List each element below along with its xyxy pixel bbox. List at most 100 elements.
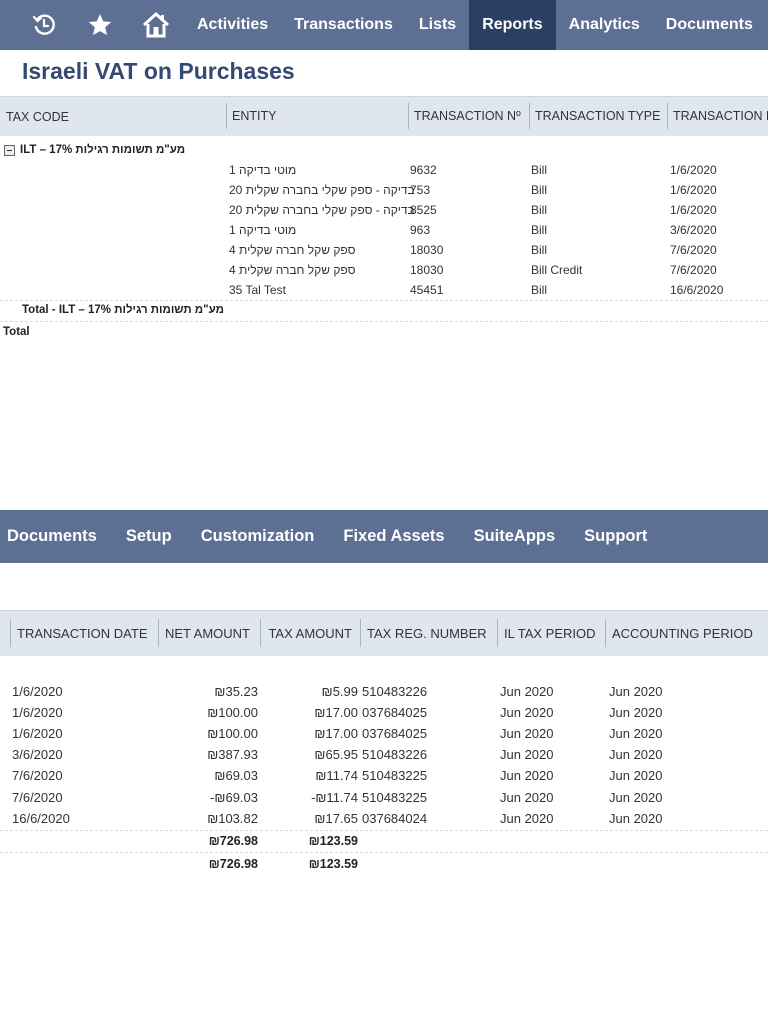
column-header-transaction-date[interactable]: TRANSACTION D <box>667 103 768 129</box>
il-tax-period-cell: Jun 2020 <box>500 747 554 762</box>
transaction-type-cell: Bill <box>531 183 548 197</box>
recent-records-icon[interactable] <box>16 0 72 50</box>
transaction-date-cell: 7/6/2020 <box>670 243 717 257</box>
page-title: Israeli VAT on Purchases <box>22 58 295 84</box>
column-header-transaction-number[interactable]: TRANSACTION Nº <box>408 103 528 129</box>
home-icon[interactable] <box>128 0 184 50</box>
tax-reg-number-cell: 510483226 <box>362 684 428 699</box>
accounting-period-cell: Jun 2020 <box>609 684 663 699</box>
il-tax-period-cell: Jun 2020 <box>500 768 554 783</box>
nav-customization[interactable]: Customization <box>186 527 329 546</box>
column-header-entity[interactable]: ENTITY <box>226 103 406 129</box>
column-header-il-tax-period[interactable]: IL TAX PERIOD <box>497 619 605 647</box>
row-divider <box>0 300 768 301</box>
accounting-period-cell: Jun 2020 <box>609 747 663 762</box>
table-row: 3/6/2020 ₪387.93 ₪65.95 510483226 Jun 20… <box>0 744 768 765</box>
collapse-minus-icon[interactable] <box>4 144 15 156</box>
tax-reg-number-cell: 037684024 <box>362 811 428 826</box>
tax-amount-cell: ₪5.99 <box>321 684 358 699</box>
report-table-header: TAX CODE ENTITY TRANSACTION Nº TRANSACTI… <box>0 96 768 136</box>
table-row: 1/6/2020 ₪100.00 ₪17.00 037684025 Jun 20… <box>0 702 768 723</box>
net-amount-cell: -₪69.03 <box>210 790 258 805</box>
favorites-star-icon[interactable] <box>72 0 128 50</box>
table-row: מוטי בדיקה 1 963 Bill 3/6/2020 <box>0 220 768 240</box>
tax-reg-number-cell: 037684025 <box>362 705 428 720</box>
entity-cell[interactable]: בדיקה - ספק שקלי בחברה שקלית 20 <box>229 203 415 217</box>
grand-total-net-amount: ₪726.98 <box>208 857 258 871</box>
table-row: בדיקה - ספק שקלי בחברה שקלית 20 753 Bill… <box>0 180 768 200</box>
transaction-date-cell: 1/6/2020 <box>12 705 63 720</box>
tax-code-group-label: ILT – 17% מע"מ תשומות רגילות <box>20 144 186 156</box>
transaction-type-cell: Bill <box>531 163 548 177</box>
transaction-date-cell: 1/6/2020 <box>670 183 717 197</box>
net-amount-cell: ₪100.00 <box>207 726 258 741</box>
transaction-number-cell[interactable]: 45451 <box>410 283 443 297</box>
accounting-period-cell: Jun 2020 <box>609 726 663 741</box>
transaction-type-cell: Bill Credit <box>531 263 583 277</box>
transaction-number-cell[interactable]: 753 <box>410 183 430 197</box>
tax-amount-cell: ₪11.74 <box>315 768 358 783</box>
table-row: 35 Tal Test 45451 Bill 16/6/2020 <box>0 280 768 300</box>
column-header-tax-reg-number[interactable]: TAX REG. NUMBER <box>360 619 497 647</box>
main-navigation-bar: Activities Transactions Lists Reports An… <box>0 0 768 50</box>
nav-transactions[interactable]: Transactions <box>281 0 406 50</box>
nav-fixed-assets[interactable]: Fixed Assets <box>328 527 458 546</box>
transaction-date-cell: 1/6/2020 <box>670 163 717 177</box>
nav-reports[interactable]: Reports <box>469 0 556 50</box>
column-header-accounting-period[interactable]: ACCOUNTING PERIOD <box>605 619 768 647</box>
tax-reg-number-cell: 510483225 <box>362 790 428 805</box>
entity-cell[interactable]: מוטי בדיקה 1 <box>229 223 296 237</box>
transaction-number-cell[interactable]: 18030 <box>410 243 443 257</box>
nav-suiteapps[interactable]: SuiteApps <box>459 527 570 546</box>
entity-cell[interactable]: ספק שקל חברה שקלית 4 <box>229 243 355 257</box>
tax-amount-cell: ₪65.95 <box>314 747 358 762</box>
transaction-number-cell[interactable]: 963 <box>410 223 430 237</box>
nav-documents[interactable]: Documents <box>0 527 111 546</box>
table-row: ספק שקל חברה שקלית 4 18030 Bill 7/6/2020 <box>0 240 768 260</box>
transaction-number-cell[interactable]: 9632 <box>410 163 437 177</box>
transaction-number-cell[interactable]: 8525 <box>410 203 437 217</box>
nav-lists[interactable]: Lists <box>406 0 469 50</box>
il-tax-period-cell: Jun 2020 <box>500 684 554 699</box>
transaction-date-cell: 3/6/2020 <box>12 747 63 762</box>
row-divider <box>0 830 768 831</box>
accounting-period-cell: Jun 2020 <box>609 768 663 783</box>
accounting-period-cell: Jun 2020 <box>609 790 663 805</box>
group-total-label: Total - ILT – 17% מע"מ תשומות רגילות <box>22 304 224 316</box>
column-header-transaction-date[interactable]: TRANSACTION DATE <box>10 619 158 647</box>
tax-amount-cell: ₪17.00 <box>314 726 358 741</box>
nav-analytics[interactable]: Analytics <box>556 0 653 50</box>
table-row: ספק שקל חברה שקלית 4 18030 Bill Credit 7… <box>0 260 768 280</box>
transaction-number-cell[interactable]: 18030 <box>410 263 443 277</box>
transaction-date-cell: 3/6/2020 <box>670 223 717 237</box>
transaction-type-cell: Bill <box>531 243 548 257</box>
net-amount-cell: ₪100.00 <box>207 705 258 720</box>
entity-cell[interactable]: ספק שקל חברה שקלית 4 <box>229 263 355 277</box>
table-row: 1/6/2020 ₪35.23 ₪5.99 510483226 Jun 2020… <box>0 681 768 702</box>
entity-cell[interactable]: 35 Tal Test <box>229 283 286 297</box>
nav-documents[interactable]: Documents <box>653 0 766 50</box>
column-header-tax-amount[interactable]: TAX AMOUNT <box>260 619 358 647</box>
column-header-tax-code[interactable]: TAX CODE <box>6 97 69 137</box>
transaction-date-cell: 7/6/2020 <box>12 790 63 805</box>
column-header-transaction-type[interactable]: TRANSACTION TYPE <box>529 103 665 129</box>
transaction-type-cell: Bill <box>531 283 548 297</box>
column-header-net-amount[interactable]: NET AMOUNT <box>158 619 260 647</box>
entity-cell[interactable]: בדיקה - ספק שקלי בחברה שקלית 20 <box>229 183 415 197</box>
tax-reg-number-cell: 037684025 <box>362 726 428 741</box>
net-amount-cell: ₪103.82 <box>207 811 258 826</box>
transaction-date-cell: 1/6/2020 <box>12 684 63 699</box>
nav-activities[interactable]: Activities <box>184 0 281 50</box>
transaction-date-cell: 7/6/2020 <box>12 768 63 783</box>
nav-support[interactable]: Support <box>569 527 661 546</box>
row-divider <box>0 321 768 322</box>
tax-reg-number-cell: 510483225 <box>362 768 428 783</box>
table-row: 1/6/2020 ₪100.00 ₪17.00 037684025 Jun 20… <box>0 723 768 744</box>
nav-setup[interactable]: Setup <box>111 527 186 546</box>
net-amount-cell: ₪69.03 <box>214 768 258 783</box>
group-total-net-amount: ₪726.98 <box>208 834 258 848</box>
entity-cell[interactable]: מוטי בדיקה 1 <box>229 163 296 177</box>
tax-amount-cell: ₪17.00 <box>314 705 358 720</box>
transaction-date-cell: 16/6/2020 <box>670 283 724 297</box>
il-tax-period-cell: Jun 2020 <box>500 705 554 720</box>
